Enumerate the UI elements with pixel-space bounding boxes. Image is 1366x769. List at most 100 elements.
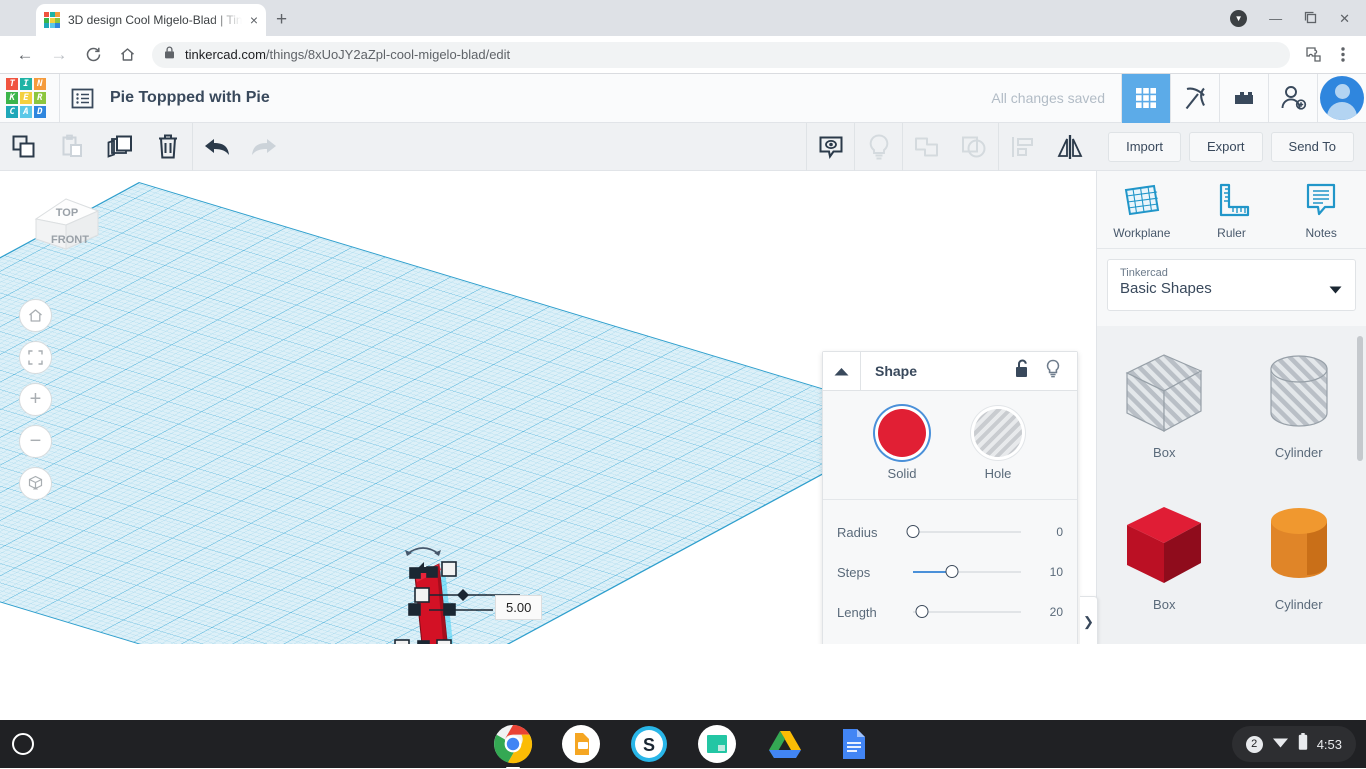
sidebar-tools: Workplane Ruler Notes (1097, 171, 1366, 249)
group-button[interactable] (902, 123, 950, 171)
import-button[interactable]: Import (1108, 132, 1181, 162)
dimension-input[interactable]: 5.00 (495, 595, 542, 620)
undo-button[interactable] (192, 123, 240, 171)
svg-text:S: S (643, 735, 655, 755)
browser-toolbar: ← → tinkercad.com/things/8xUoJY2aZpl-coo… (0, 36, 1366, 74)
unlock-icon[interactable] (1015, 359, 1031, 383)
chevron-up-icon[interactable] (823, 352, 861, 390)
sidebar-item-ruler[interactable]: Ruler (1187, 171, 1277, 248)
length-slider[interactable] (913, 611, 1021, 613)
logo-cell: A (20, 106, 32, 118)
extensions-icon[interactable] (1300, 42, 1326, 68)
sidebar-item-workplane[interactable]: Workplane (1097, 171, 1187, 248)
close-window-button[interactable]: ✕ (1339, 12, 1350, 25)
shape-library-dropdown[interactable]: Tinkercad Basic Shapes (1107, 259, 1356, 311)
chrome-menu-dot-icon[interactable]: ▼ (1230, 10, 1247, 27)
app-launcher-button[interactable] (12, 733, 34, 755)
radius-slider[interactable] (913, 531, 1021, 533)
tinkercad-logo[interactable]: T I N K E R C A D (3, 75, 49, 121)
note-button[interactable] (806, 123, 854, 171)
forward-button[interactable]: → (44, 40, 74, 70)
system-tray[interactable]: 2 4:53 (1232, 726, 1356, 762)
duplicate-button[interactable] (96, 123, 144, 171)
hole-mode-label: Hole (974, 466, 1022, 481)
brick-icon[interactable] (1219, 74, 1268, 123)
slider-knob[interactable] (945, 565, 958, 578)
hole-swatch[interactable] (974, 409, 1022, 457)
slider-value: 0 (1056, 525, 1063, 539)
tab-close-icon[interactable]: × (250, 13, 258, 27)
browser-tab[interactable]: 3D design Cool Migelo-Blad | Tin × (36, 4, 266, 36)
gallery-item-orange-cylinder[interactable]: Cylinder (1232, 479, 1366, 631)
taskbar-app-teal[interactable] (697, 724, 737, 764)
taskbar-app-skype[interactable]: S (629, 724, 669, 764)
project-list-icon[interactable] (60, 87, 104, 110)
slider-label: Radius (837, 525, 913, 540)
gallery-item-hole-box[interactable]: Box (1097, 327, 1232, 479)
notification-badge[interactable]: 2 (1246, 736, 1263, 753)
view-cube[interactable]: TOP FRONT (22, 193, 107, 275)
slider-knob[interactable] (915, 605, 928, 618)
gallery-item-hole-cylinder[interactable]: Cylinder (1232, 327, 1366, 479)
lightbulb-icon[interactable] (1045, 359, 1061, 383)
reload-button[interactable] (78, 40, 108, 70)
paste-button[interactable] (48, 123, 96, 171)
solid-color-swatch[interactable] (878, 409, 926, 457)
sidebar-scrollbar[interactable] (1357, 336, 1363, 461)
add-person-icon[interactable] (1268, 74, 1317, 123)
avatar[interactable] (1317, 74, 1366, 123)
hole-cylinder-thumb (1251, 347, 1347, 439)
gallery-item-red-box[interactable]: Box (1097, 479, 1232, 631)
align-button[interactable] (998, 123, 1046, 171)
wifi-icon[interactable] (1272, 735, 1289, 753)
project-title[interactable]: Pie Toppped with Pie (110, 89, 270, 107)
address-bar[interactable]: tinkercad.com/things/8xUoJY2aZpl-cool-mi… (152, 42, 1290, 68)
export-button[interactable]: Export (1189, 132, 1263, 162)
solid-mode-option[interactable]: Solid (878, 409, 926, 481)
skype-icon: S (629, 724, 669, 764)
light-button[interactable] (854, 123, 902, 171)
delete-button[interactable] (144, 123, 192, 171)
grid-view-icon[interactable] (1121, 74, 1170, 123)
mirror-button[interactable] (1046, 123, 1094, 171)
steps-slider[interactable] (913, 571, 1021, 573)
panel-flyout-toggle[interactable]: ❯ (1080, 596, 1098, 644)
notes-icon (1299, 180, 1343, 220)
perspective-toggle-button[interactable] (19, 467, 52, 500)
orange-cylinder-thumb (1251, 499, 1347, 591)
chrome-menu-icon[interactable] (1330, 42, 1356, 68)
copy-button[interactable] (0, 123, 48, 171)
workspace[interactable]: Workplane 5.00 (0, 171, 1366, 644)
taskbar-app-slides[interactable] (561, 724, 601, 764)
gallery-item-scribble[interactable] (1232, 631, 1366, 644)
zoom-out-button[interactable]: − (19, 425, 52, 458)
teal-app-icon (697, 724, 737, 764)
fit-view-button[interactable] (19, 341, 52, 374)
home-button[interactable] (112, 40, 142, 70)
maximize-button[interactable] (1304, 11, 1317, 26)
logo-cell: R (34, 92, 46, 104)
pickaxe-icon[interactable] (1170, 74, 1219, 123)
zoom-in-button[interactable]: + (19, 383, 52, 416)
new-tab-button[interactable]: + (276, 9, 287, 31)
home-view-button[interactable] (19, 299, 52, 332)
ungroup-button[interactable] (950, 123, 998, 171)
redo-button[interactable] (240, 123, 288, 171)
sidebar-item-notes[interactable]: Notes (1276, 171, 1366, 248)
url-domain: tinkercad.com (185, 47, 266, 62)
chevron-down-icon[interactable] (1329, 281, 1342, 299)
taskbar-app-drive[interactable] (765, 724, 805, 764)
hole-mode-option[interactable]: Hole (974, 409, 1022, 481)
slider-knob[interactable] (907, 525, 920, 538)
shape-panel-header: Shape (823, 352, 1077, 391)
selected-shape[interactable] (385, 536, 560, 644)
gallery-item-blue-sphere[interactable] (1097, 631, 1232, 644)
taskbar-app-docs[interactable] (833, 724, 873, 764)
minimize-button[interactable]: — (1269, 12, 1282, 25)
battery-icon[interactable] (1298, 733, 1308, 755)
slides-icon (561, 724, 601, 764)
taskbar-app-chrome[interactable] (493, 724, 533, 764)
back-button[interactable]: ← (10, 40, 40, 70)
send-to-button[interactable]: Send To (1271, 132, 1354, 162)
shape-gallery[interactable]: Box Cylinder Box (1097, 326, 1366, 644)
